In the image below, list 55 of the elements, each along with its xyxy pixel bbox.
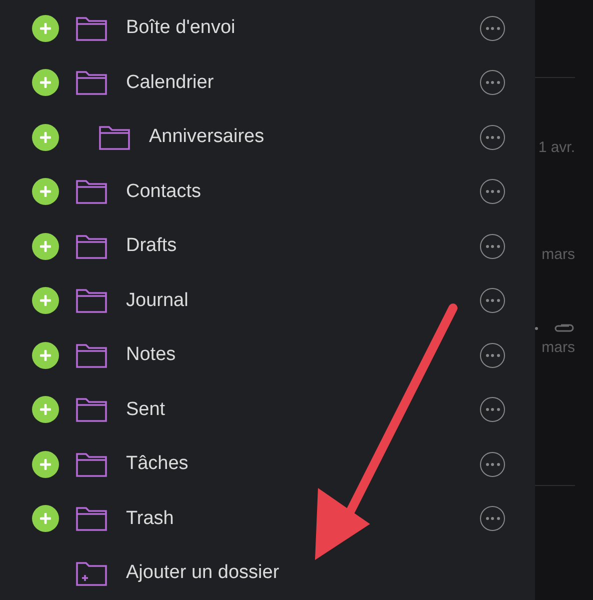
folder-icon bbox=[75, 287, 108, 314]
more-button[interactable] bbox=[480, 70, 505, 96]
folder-plus-icon bbox=[75, 560, 108, 587]
more-button[interactable] bbox=[480, 124, 505, 150]
more-button[interactable] bbox=[480, 16, 505, 41]
folder-name[interactable]: Sent bbox=[126, 396, 166, 424]
more-button[interactable] bbox=[480, 179, 505, 204]
folder-icon bbox=[75, 342, 108, 369]
add-button[interactable] bbox=[32, 287, 59, 314]
folder-name[interactable]: Tâches bbox=[126, 450, 188, 478]
folder-name[interactable]: Drafts bbox=[126, 232, 177, 260]
add-button[interactable] bbox=[32, 342, 59, 369]
add-button[interactable] bbox=[32, 450, 59, 478]
more-button[interactable] bbox=[480, 288, 505, 314]
folder-name[interactable]: Calendrier bbox=[126, 68, 214, 97]
add-folder-link[interactable]: Ajouter un dossier bbox=[126, 559, 280, 588]
more-button[interactable] bbox=[480, 397, 505, 422]
plus-icon bbox=[40, 240, 51, 252]
message-date: 1 avr. bbox=[538, 140, 575, 155]
add-button[interactable] bbox=[32, 69, 59, 96]
folder-icon bbox=[75, 450, 108, 478]
folder-name[interactable]: Trash bbox=[126, 504, 174, 533]
add-button[interactable] bbox=[32, 505, 59, 532]
plus-icon bbox=[40, 77, 51, 88]
folder-name[interactable]: Notes bbox=[126, 341, 176, 370]
add-button[interactable] bbox=[32, 124, 59, 151]
folder-icon bbox=[75, 396, 108, 424]
more-button[interactable] bbox=[480, 452, 505, 477]
plus-icon bbox=[40, 458, 51, 470]
folder-icon bbox=[75, 505, 108, 532]
plus-icon bbox=[40, 513, 51, 524]
plus-icon bbox=[40, 404, 51, 416]
folder-icon bbox=[75, 14, 108, 42]
plus-icon bbox=[40, 295, 51, 306]
folder-icon bbox=[75, 69, 108, 96]
plus-icon bbox=[40, 22, 51, 34]
folder-icon bbox=[98, 124, 131, 151]
folder-name[interactable]: Boîte d'envoi bbox=[126, 14, 236, 42]
folder-icon bbox=[75, 178, 108, 206]
more-button[interactable] bbox=[480, 342, 505, 368]
message-date: mars bbox=[542, 340, 575, 355]
plus-icon bbox=[40, 350, 51, 361]
plus-icon bbox=[40, 186, 51, 198]
plus-icon bbox=[40, 132, 51, 143]
add-button[interactable] bbox=[32, 14, 59, 42]
folder-icon bbox=[75, 232, 108, 260]
add-button[interactable] bbox=[32, 178, 59, 206]
add-button[interactable] bbox=[32, 232, 59, 260]
folder-name[interactable]: Anniversaires bbox=[149, 123, 264, 152]
folder-name[interactable]: Journal bbox=[126, 286, 188, 315]
message-date: mars bbox=[542, 247, 575, 262]
more-button[interactable] bbox=[480, 234, 505, 259]
folder-name[interactable]: Contacts bbox=[126, 178, 201, 206]
add-button[interactable] bbox=[32, 396, 59, 424]
more-button[interactable] bbox=[480, 506, 505, 532]
